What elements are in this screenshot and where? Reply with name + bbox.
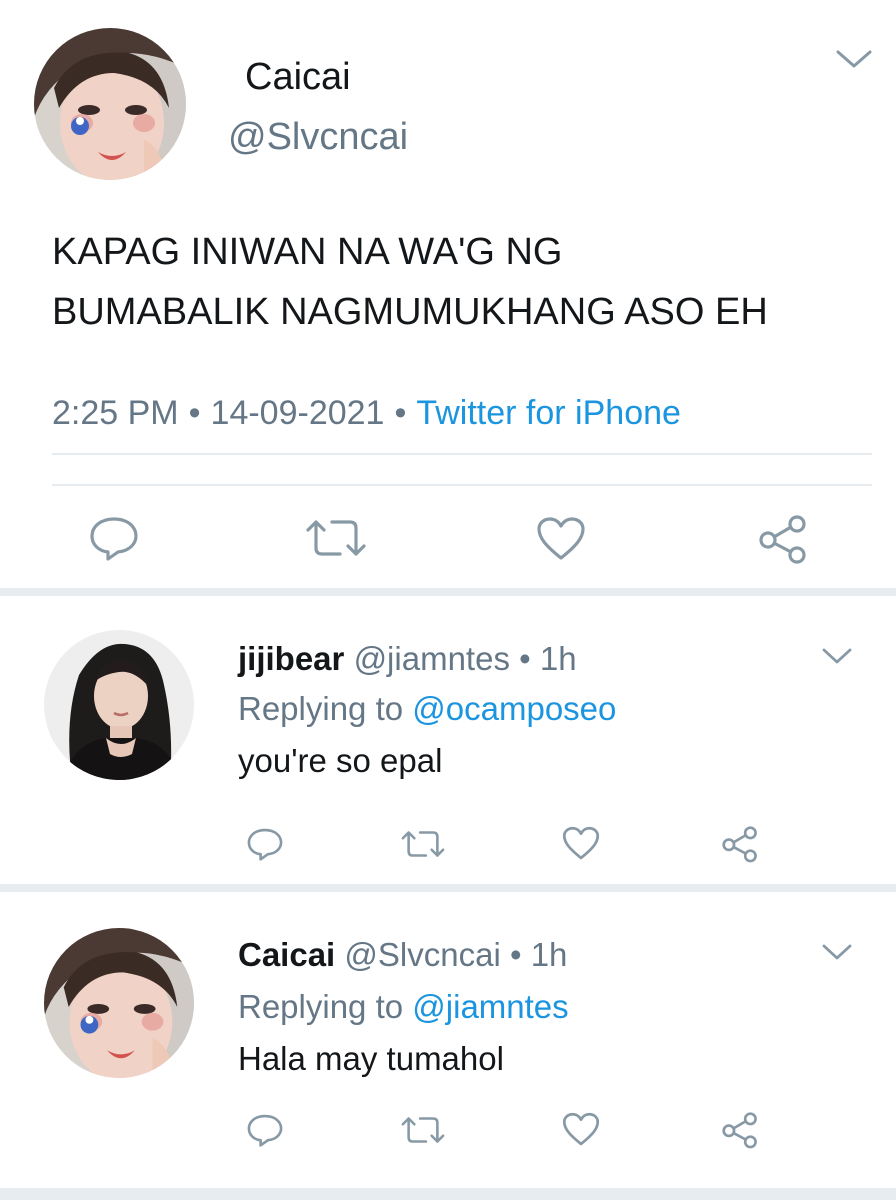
- reply-header: Caicai @Slvcncai • 1h: [238, 936, 567, 974]
- reply-header: jijibear @jiamntes • 1h: [238, 640, 577, 678]
- tweet-text: KAPAG INIWAN NA WA'G NG BUMABALIK NAGMUM…: [52, 231, 768, 333]
- stats-divider: [52, 484, 872, 486]
- tweet-source-link[interactable]: Twitter for iPhone: [416, 394, 681, 432]
- replying-to-line: Replying to @jiamntes: [238, 988, 569, 1026]
- meta-separator: •: [394, 394, 407, 432]
- retweet-icon[interactable]: [304, 516, 368, 560]
- reply-separator: •: [509, 936, 522, 973]
- author-handle[interactable]: @Slvcncai: [228, 116, 408, 159]
- replying-to-label: Replying to: [238, 988, 404, 1025]
- heart-icon[interactable]: [536, 516, 586, 562]
- share-icon[interactable]: [720, 824, 760, 864]
- chevron-down-icon[interactable]: [834, 48, 874, 72]
- author-name[interactable]: Caicai: [245, 56, 351, 99]
- chevron-down-icon[interactable]: [820, 646, 854, 668]
- reply-icon[interactable]: [246, 826, 284, 862]
- reply-timestamp: 1h: [530, 936, 568, 973]
- share-icon[interactable]: [720, 1110, 760, 1150]
- reply-author-handle[interactable]: @Slvcncai: [344, 936, 500, 973]
- replying-to-mention[interactable]: @ocamposeo: [412, 690, 616, 727]
- meta-divider: [52, 453, 872, 455]
- reply-text: you're so epal: [238, 742, 443, 779]
- section-divider: [0, 884, 896, 892]
- reply-author-handle[interactable]: @jiamntes: [354, 640, 510, 677]
- retweet-icon[interactable]: [400, 828, 446, 860]
- reply-avatar[interactable]: [44, 928, 194, 1078]
- reply-tweet[interactable]: Caicai @Slvcncai • 1h Replying to @jiamn…: [0, 892, 896, 1188]
- replying-to-mention[interactable]: @jiamntes: [412, 988, 568, 1025]
- reply-icon[interactable]: [246, 1112, 284, 1148]
- share-icon[interactable]: [756, 512, 810, 566]
- section-divider: [0, 588, 896, 596]
- reply-author-name[interactable]: jijibear: [238, 640, 344, 677]
- heart-icon[interactable]: [562, 1112, 600, 1147]
- reply-separator: •: [519, 640, 531, 677]
- chevron-down-icon[interactable]: [820, 942, 854, 964]
- main-tweet: Caicai @Slvcncai KAPAG INIWAN NA WA'G NG…: [0, 0, 896, 588]
- reply-avatar[interactable]: [44, 630, 194, 780]
- tweet-date: 14-09-2021: [210, 394, 385, 432]
- reply-icon[interactable]: [88, 514, 140, 562]
- author-avatar[interactable]: [34, 28, 186, 180]
- tweet-time: 2:25 PM: [52, 394, 179, 432]
- heart-icon[interactable]: [562, 826, 600, 861]
- tweet-meta: 2:25 PM • 14-09-2021 • Twitter for iPhone: [52, 394, 681, 433]
- replying-to-line: Replying to @ocamposeo: [238, 690, 616, 728]
- section-divider: [0, 1188, 896, 1200]
- replying-to-label: Replying to: [238, 690, 404, 727]
- reply-tweet[interactable]: jijibear @jiamntes • 1h Replying to @oca…: [0, 596, 896, 884]
- retweet-icon[interactable]: [400, 1114, 446, 1146]
- reply-author-name[interactable]: Caicai: [238, 936, 335, 973]
- reply-text: Hala may tumahol: [238, 1040, 504, 1077]
- meta-separator: •: [188, 394, 201, 432]
- reply-timestamp: 1h: [539, 640, 577, 677]
